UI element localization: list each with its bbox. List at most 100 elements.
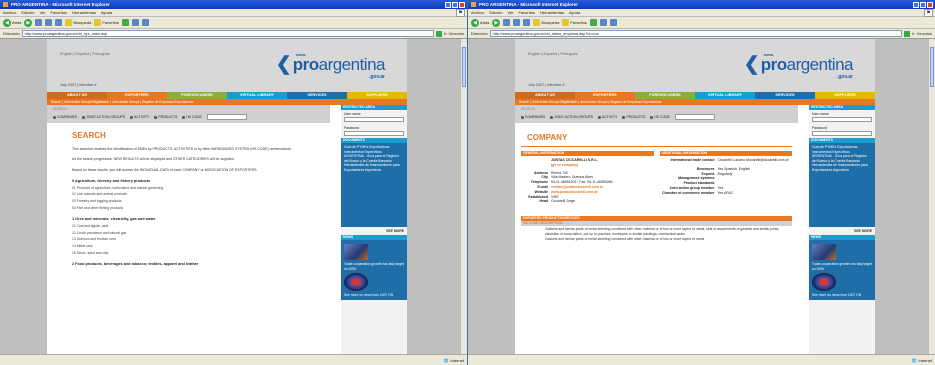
subcategory-link[interactable]: 13 Uranium and thorium ores [72, 236, 322, 243]
menu-ver[interactable]: Ver [39, 10, 45, 15]
favorites-button[interactable]: Favoritos [94, 19, 119, 26]
nav-about-us[interactable]: ABOUT US [47, 92, 107, 99]
scroll-thumb[interactable] [462, 47, 466, 87]
menu-archivo[interactable]: Archivo [3, 10, 16, 15]
nav-virtual-library[interactable]: VIRTUAL LIBRARY [227, 92, 287, 99]
opt-hs-code[interactable]: HS CODE [650, 115, 669, 119]
proargentina-logo[interactable]: www. ❮ pro argentina .gov.ar [276, 52, 386, 80]
opt-hs-code[interactable]: HS CODE [182, 115, 201, 119]
nav-virtual-library[interactable]: VIRTUAL LIBRARY [695, 92, 755, 99]
scroll-thumb[interactable] [930, 47, 934, 87]
stop-icon[interactable] [503, 19, 511, 26]
subcategory-link[interactable]: 03 Forestry and logging products [72, 198, 322, 205]
menu-ayuda[interactable]: Ayuda [101, 10, 112, 15]
password-input[interactable] [344, 131, 404, 136]
subcategory-link[interactable]: 04 Fish and other fishing products [72, 205, 322, 212]
category-heading[interactable]: 1 Ores and minerals; electricity, gas an… [72, 217, 322, 221]
news-image[interactable] [344, 244, 368, 260]
go-button[interactable]: Ir [912, 31, 914, 36]
username-input[interactable] [344, 117, 404, 122]
proargentina-logo[interactable]: www. ❮ pro argentina .gov.ar [744, 52, 854, 80]
password-input[interactable] [812, 131, 872, 136]
nav-foreign-users[interactable]: FOREIGN USERS [635, 92, 695, 99]
nav-exporters[interactable]: EXPORTERS [575, 92, 635, 99]
opt-products[interactable]: PRODUCTS [154, 115, 177, 119]
opt-products[interactable]: PRODUCTS [622, 115, 645, 119]
go-icon[interactable] [904, 30, 911, 37]
home-icon[interactable] [55, 19, 63, 26]
opt-activity[interactable]: ACTIVITY [130, 115, 149, 119]
close-button[interactable] [927, 1, 933, 8]
language-links[interactable]: English | Español | Português [528, 52, 578, 56]
nav-about-us[interactable]: ABOUT US [515, 92, 575, 99]
favorites-button[interactable]: Favoritos [562, 19, 587, 26]
menu-ayuda[interactable]: Ayuda [569, 10, 580, 15]
menu-ver[interactable]: Ver [507, 10, 513, 15]
language-links[interactable]: English | Español | Português [60, 52, 110, 56]
history-icon[interactable] [589, 19, 597, 26]
history-icon[interactable] [121, 19, 129, 26]
subcategory-link[interactable]: 02 Live animals and animal products [72, 191, 322, 198]
subcategory-link[interactable]: 14 Metal ores [72, 243, 322, 250]
stop-icon[interactable] [35, 19, 43, 26]
doc-link[interactable]: ARGENTINA - Guía para el Registro del Nu… [344, 154, 404, 163]
company-link[interactable]: (go to company) [551, 163, 654, 168]
minimize-button[interactable] [445, 1, 451, 8]
see-more-link[interactable]: SEE MORE [341, 227, 407, 235]
opt-activity[interactable]: ACTIVITY [598, 115, 617, 119]
menu-herramientas[interactable]: Herramientas [72, 10, 96, 15]
menu-herramientas[interactable]: Herramientas [540, 10, 564, 15]
print-icon[interactable] [141, 19, 149, 26]
vertical-scrollbar[interactable] [928, 39, 935, 354]
minimize-button[interactable] [913, 1, 919, 8]
subcategory-link[interactable]: 15 Stone, sand and clay [72, 250, 322, 257]
menu-favoritos[interactable]: Favoritos [50, 10, 66, 15]
address-input[interactable]: http://www.proargentina.gov.ar/chi_datos… [489, 30, 903, 37]
opt-companies[interactable]: COMPANIES [521, 115, 545, 119]
news-link[interactable]: See more on news from 2007 ON [812, 293, 872, 298]
print-icon[interactable] [609, 19, 617, 26]
address-input[interactable]: http://www.proargentina.gov.ar/chi_sys_m… [21, 30, 435, 37]
maximize-button[interactable] [920, 1, 926, 8]
close-button[interactable] [459, 1, 465, 8]
see-more-link[interactable]: SEE MORE [809, 227, 875, 235]
news-link[interactable]: See more on news from 2007 ON [344, 293, 404, 298]
doc-link[interactable]: ARGENTINA - Guía para el Registro del Nu… [812, 154, 872, 163]
search-input[interactable] [206, 114, 247, 120]
back-button[interactable]: ◀ Atrás [3, 18, 21, 27]
news-link[interactable]: Trade cooperation growth has Italy targe… [812, 262, 872, 271]
forward-button[interactable]: ▶ [24, 18, 33, 27]
subcategory-link[interactable]: 12 Crude petroleum and natural gas [72, 230, 322, 237]
menu-edicion[interactable]: Edición [21, 10, 34, 15]
subcategory-link[interactable]: 11 Coal and lignite; peat [72, 223, 322, 230]
doc-link[interactable]: Herramientas de financiamiento para Expo… [812, 163, 872, 172]
back-button[interactable]: ◀ Atrás [471, 18, 489, 27]
mail-icon[interactable] [131, 19, 139, 26]
nav-services[interactable]: SERVICES [287, 92, 347, 99]
nav-suppliers[interactable]: SUPPLIERS [347, 92, 407, 99]
home-icon[interactable] [523, 19, 531, 26]
links-label[interactable]: Vínculos [917, 31, 932, 36]
category-heading[interactable]: 0 Agriculture, forestry and fishery prod… [72, 179, 322, 183]
mail-icon[interactable] [599, 19, 607, 26]
refresh-icon[interactable] [45, 19, 53, 26]
search-button[interactable]: Búsqueda [533, 19, 559, 26]
opt-companies[interactable]: COMPANIES [53, 115, 77, 119]
menu-edicion[interactable]: Edición [489, 10, 502, 15]
username-input[interactable] [812, 117, 872, 122]
news-image[interactable] [344, 273, 368, 291]
go-button[interactable]: Ir [444, 31, 446, 36]
go-icon[interactable] [436, 30, 443, 37]
nav-foreign-users[interactable]: FOREIGN USERS [167, 92, 227, 99]
menu-favoritos[interactable]: Favoritos [518, 10, 534, 15]
search-input[interactable] [674, 114, 715, 120]
news-link[interactable]: Trade cooperation growth has Italy targe… [344, 262, 404, 271]
nav-services[interactable]: SERVICES [755, 92, 815, 99]
search-button[interactable]: Búsqueda [65, 19, 91, 26]
maximize-button[interactable] [452, 1, 458, 8]
news-image[interactable] [812, 244, 836, 260]
opt-joint-action-groups[interactable]: JOINT ACTION GROUPS [82, 115, 125, 119]
menu-archivo[interactable]: Archivo [471, 10, 484, 15]
links-label[interactable]: Vínculos [449, 31, 464, 36]
forward-button[interactable]: ▶ [492, 18, 501, 27]
